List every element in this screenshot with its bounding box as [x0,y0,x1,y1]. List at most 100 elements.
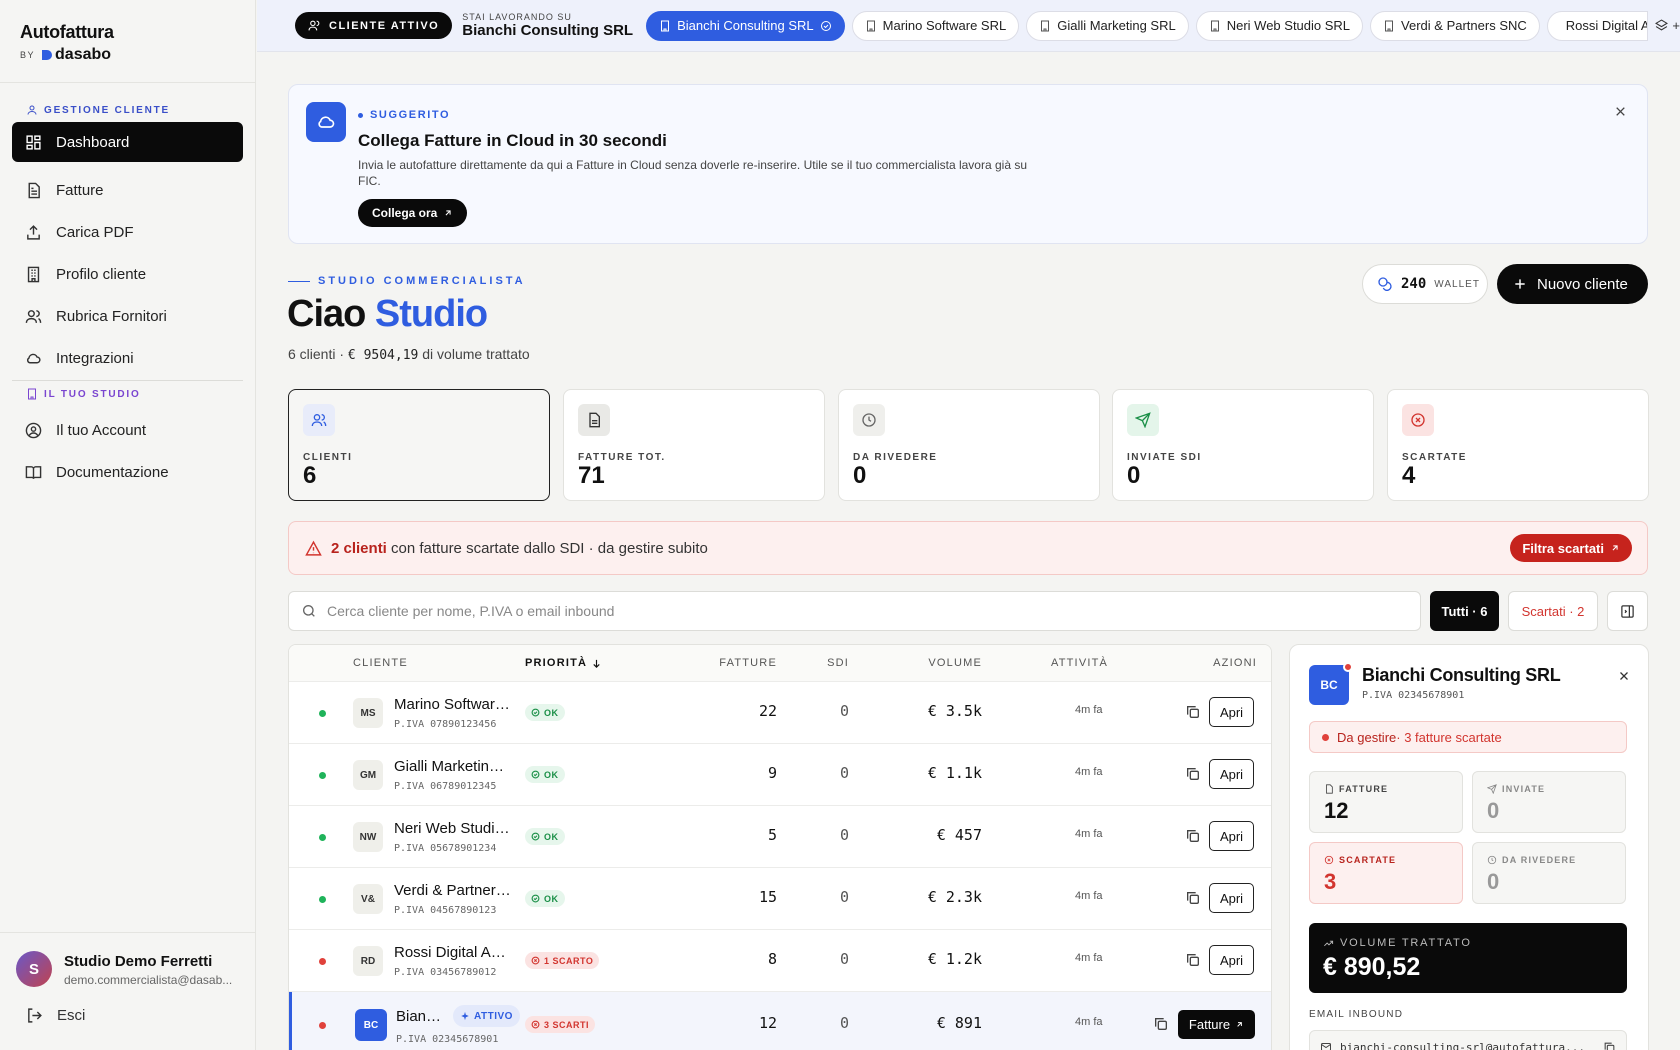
wallet-badge[interactable]: 240 WALLET [1362,264,1488,304]
copy-icon[interactable] [1185,890,1201,906]
invoices-count: 12 [758,1014,777,1032]
client-tab-verdi[interactable]: Verdi & Partners SNC [1370,10,1540,41]
status-badge: 3 SCARTI [525,1016,596,1033]
copy-icon[interactable] [1185,766,1201,782]
col-client[interactable]: CLIENTE [353,645,408,681]
stat-card-da-rivedere[interactable]: DA RIVEDERE 0 [838,389,1100,501]
sidebar-item-rubrica-fornitori[interactable]: Rubrica Fornitori [12,296,243,336]
client-tab-bianchi[interactable]: Bianchi Consulting SRL [646,10,845,41]
sidebar-item-integrazioni[interactable]: Integrazioni [12,338,243,378]
summary-amount: € 9504,19 [347,348,419,363]
main-content: SUGGERITO Collega Fatture in Cloud in 30… [257,53,1680,1050]
avatar[interactable]: S [16,951,52,987]
col-activity[interactable]: ATTIVITÀ [1051,645,1108,681]
logout-label: Esci [57,1007,86,1024]
studio-name: Studio [374,293,488,335]
table-row[interactable]: MS Marino Software SRL P.IVA 07890123456… [289,681,1271,743]
client-piva: P.IVA 05678901234 [394,843,497,854]
detail-card-da-rivedere: DA RIVEDERE 0 [1472,842,1626,904]
stat-card-fatture[interactable]: FATTURE TOT. 71 [563,389,825,501]
copy-icon[interactable] [1603,1041,1616,1050]
sidebar-item-fatture[interactable]: Fatture [12,170,243,210]
client-search[interactable]: Cerca cliente per nome, P.IVA o email in… [288,591,1421,631]
col-volume[interactable]: VOLUME [909,645,982,681]
filter-rejected-button[interactable]: Filtra scartati [1510,534,1632,562]
detail-card-label: FATTURE [1324,784,1388,794]
new-client-label: Nuovo cliente [1537,275,1628,293]
sidebar-item-dashboard[interactable]: Dashboard [12,122,243,162]
table-row[interactable]: NW Neri Web Studio SRL P.IVA 05678901234… [289,805,1271,867]
col-sdi[interactable]: SDI [809,645,849,681]
wallet-label: WALLET [1434,278,1480,290]
client-tab-gialli[interactable]: Gialli Marketing SRL [1026,10,1189,41]
volume: € 457 [936,826,982,844]
stat-card-clienti[interactable]: CLIENTI 6 [288,389,550,501]
toggle-panel-button[interactable] [1607,591,1648,631]
building-icon [1385,20,1394,31]
plus-icon [1515,279,1525,289]
sidebar-item-documentazione[interactable]: Documentazione [12,452,243,492]
volume-value: € 890,52 [1323,953,1421,981]
client-tab-label: Verdi & Partners SNC [1401,18,1527,33]
table-row[interactable]: V& Verdi & Partners SNC P.IVA 0456789012… [289,867,1271,929]
client-name: Rossi Digital Agency [394,944,512,961]
copy-icon[interactable] [1153,1016,1169,1032]
x-circle-icon [1324,855,1334,865]
search-placeholder: Cerca cliente per nome, P.IVA o email in… [327,603,615,619]
copy-icon[interactable] [1185,952,1201,968]
invoices-button[interactable]: Fatture [1178,1010,1255,1039]
summary-clients: 6 clienti · [288,346,348,362]
close-icon[interactable] [1614,105,1627,118]
client-initials: MS [353,698,383,728]
open-button[interactable]: Apri [1209,697,1254,727]
col-priority[interactable]: PRIORITÀ [525,645,602,681]
copy-icon[interactable] [1185,704,1201,720]
filter-rejected-label: Filtra scartati [1522,540,1604,556]
close-icon[interactable] [1618,670,1630,682]
sidebar-item-profilo-cliente[interactable]: Profilo cliente [12,254,243,294]
card-label-text: FATTURE [1339,784,1389,794]
cloud-icon [306,102,346,142]
client-initials: RD [353,946,383,976]
sidebar-item-account[interactable]: Il tuo Account [12,410,243,450]
table-row-active[interactable]: BC Bianchi Consulting SRL ATTIVO P.IVA 0… [289,991,1271,1050]
client-tab-neri[interactable]: Neri Web Studio SRL [1195,10,1364,41]
open-button[interactable]: Apri [1209,759,1254,789]
mail-icon [1321,1043,1331,1050]
status-label: OK [544,707,559,718]
client-tab-marino[interactable]: Marino Software SRL [851,10,1020,41]
table-row[interactable]: RD Rossi Digital Agency P.IVA 0345678901… [289,929,1271,991]
sidebar-item-carica-pdf[interactable]: Carica PDF [12,212,243,252]
layers-icon [1655,19,1669,31]
connect-now-label: Collega ora [372,206,438,220]
detail-card-label: DA RIVEDERE [1487,855,1576,865]
copy-icon[interactable] [1185,828,1201,844]
table-row[interactable]: GM Gialli Marketing SRL P.IVA 0678901234… [289,743,1271,805]
stat-card-scartate[interactable]: SCARTATE 4 [1387,389,1649,501]
open-button[interactable]: Apri [1209,883,1254,913]
invoices-count: 8 [767,950,777,968]
sdi-count: 0 [839,826,849,844]
users-icon [303,404,335,436]
more-clients-button[interactable]: + [1655,18,1680,33]
stat-card-inviate-sdi[interactable]: INVIATE SDI 0 [1112,389,1374,501]
filter-rejected-tab[interactable]: Scartati · 2 [1508,591,1598,631]
eyebrow: STUDIO COMMERCIALISTA [288,275,526,287]
open-button[interactable]: Apri [1209,821,1254,851]
open-button[interactable]: Apri [1209,945,1254,975]
col-invoices[interactable]: FATTURE [707,645,777,681]
client-tab-rossi[interactable]: Rossi Digital Ag [1546,10,1649,41]
suggestion-text: Invia le autofatture direttamente da qui… [358,158,1027,188]
stat-value: 0 [853,462,867,489]
filter-all-button[interactable]: Tutti · 6 [1430,591,1499,631]
connect-now-button[interactable]: Collega ora [358,199,468,227]
search-icon [303,605,315,617]
status-badge: OK [525,828,565,845]
new-client-button[interactable]: Nuovo cliente [1497,264,1648,304]
invoices-count: 15 [758,888,777,906]
logout-button[interactable]: Esci [26,1007,85,1024]
brand: Autofattura BY dasabo [0,0,255,83]
email-inbound-field[interactable]: bianchi-consulting-srl@autofattura... [1309,1030,1627,1050]
sdi-count: 0 [839,1014,849,1032]
detail-card-label: SCARTATE [1324,855,1396,865]
